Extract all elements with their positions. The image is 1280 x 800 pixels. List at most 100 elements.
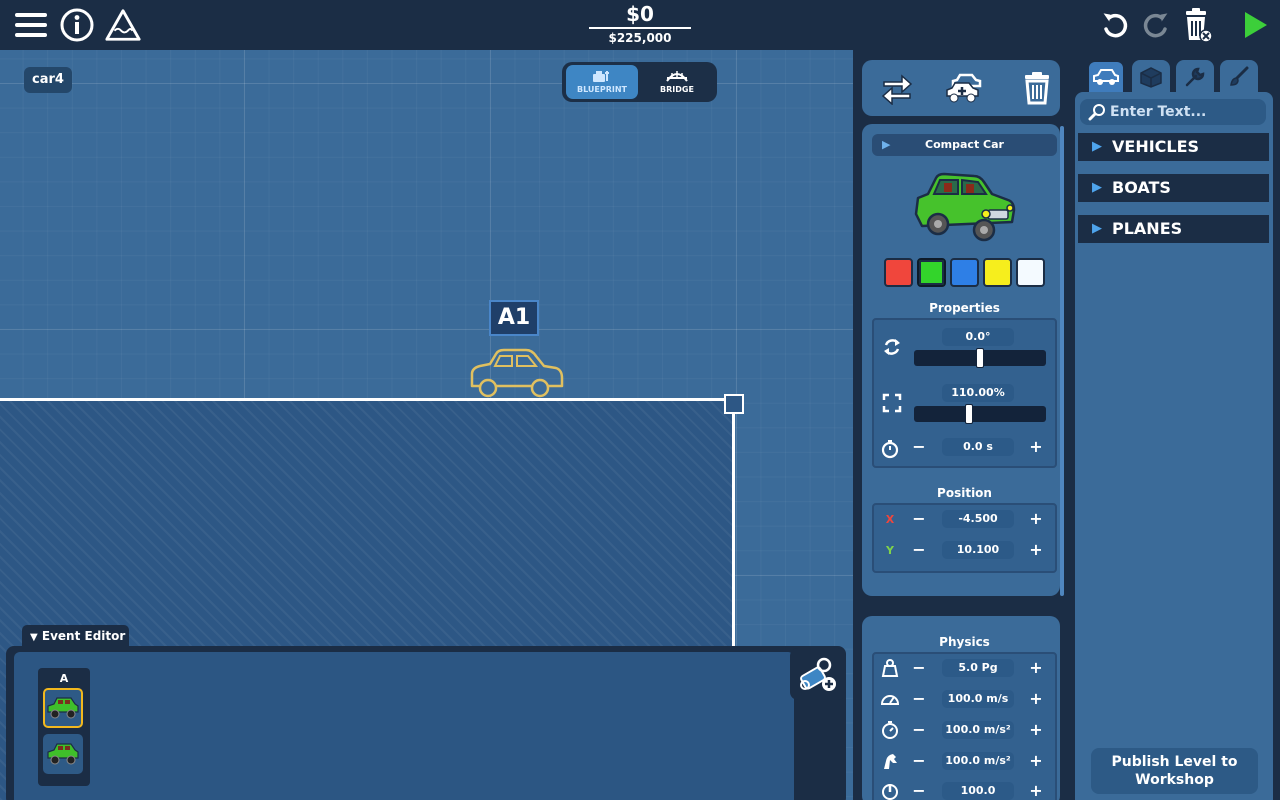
search-input[interactable] [1110,102,1260,122]
tab-props[interactable] [1132,60,1170,94]
collapse-triangle-icon: ▼ [30,632,38,643]
rotation-slider-thumb[interactable] [976,348,984,368]
tab-vehicles[interactable] [1087,60,1125,94]
tab-paint[interactable] [1220,60,1258,94]
play-icon[interactable] [1236,6,1274,44]
expand-triangle-icon: ▶ [1092,180,1102,195]
delay-increase-button[interactable]: + [1027,438,1045,456]
brush-tab-icon [1230,66,1249,86]
acceleration-value[interactable]: 100.0 m/s² [942,721,1014,739]
scale-value[interactable]: 110.00% [942,384,1014,402]
terrain-anchor-handle[interactable] [724,394,744,414]
scale-slider[interactable] [914,404,1046,424]
terrain-settings-icon[interactable] [104,6,142,44]
color-swatch-red[interactable] [884,258,913,287]
acceleration2-value[interactable]: 100.0 m/s² [942,752,1014,770]
acceleration2-increase-button[interactable]: + [1027,752,1045,770]
power-increase-button[interactable]: + [1027,782,1045,800]
bridge-mode-button[interactable]: BRIDGE [641,65,713,99]
flip-button[interactable] [876,68,918,108]
scale-slider-thumb[interactable] [965,404,973,424]
speed-value[interactable]: 100.0 m/s [942,690,1014,708]
delay-decrease-button[interactable]: − [910,438,928,456]
blueprint-mode-label: BLUEPRINT [576,85,628,94]
inspector-scrollbar[interactable] [1060,126,1064,596]
object-actions-bar [862,60,1060,116]
power-decrease-button[interactable]: − [910,782,928,800]
green-car-icon [47,697,79,719]
menu-icon[interactable] [12,6,50,44]
mass-icon [880,658,900,678]
category-label: BOATS [1112,178,1171,197]
category-label: VEHICLES [1112,137,1200,156]
level-name-label[interactable]: car4 [24,67,72,93]
blueprint-mode-button[interactable]: BLUEPRINT [566,65,638,99]
power-value[interactable]: 100.0 [942,782,1014,800]
cost-value: $0 [626,2,654,26]
event-editor-panel: A [6,646,846,800]
speedometer-icon [880,689,900,709]
speed-increase-button[interactable]: + [1027,690,1045,708]
position-x-value[interactable]: -4.500 [942,510,1014,528]
flip-icon [881,74,913,105]
x-axis-label: X [885,512,895,526]
position-y-value[interactable]: 10.100 [942,541,1014,559]
timer-icon [880,439,900,459]
acceleration-icon [880,720,900,740]
clear-all-trash-icon[interactable] [1178,6,1216,44]
event-column-header: A [59,672,69,685]
color-swatch-blue[interactable] [950,258,979,287]
add-event-icon [800,657,836,691]
duplicate-car-icon [946,73,982,103]
expand-triangle-icon: ▶ [1092,139,1102,154]
acceleration-decrease-button[interactable]: − [910,721,928,739]
category-boats[interactable]: ▶ BOATS [1078,174,1269,202]
bridge-icon [666,71,688,82]
top-bar: $0 $225,000 [0,0,1280,50]
box-tab-icon [1140,67,1162,88]
tab-tools[interactable] [1176,60,1214,94]
position-y-increase-button[interactable]: + [1027,541,1045,559]
undo-icon[interactable] [1096,6,1134,44]
event-editor-label: Event Editor [41,629,126,643]
budget-divider [589,27,691,29]
position-x-decrease-button[interactable]: − [910,510,928,528]
speed-decrease-button[interactable]: − [910,690,928,708]
acceleration-increase-button[interactable]: + [1027,721,1045,739]
budget-value: $225,000 [608,31,672,45]
redo-icon[interactable] [1137,6,1175,44]
info-icon[interactable] [58,6,96,44]
power-icon [880,781,900,800]
add-event-button[interactable] [790,648,846,700]
event-timeline-area[interactable]: A [14,652,794,800]
mass-value[interactable]: 5.0 Pg [942,659,1014,677]
mass-decrease-button[interactable]: − [910,659,928,677]
car-outline-icon[interactable] [468,346,564,398]
color-swatch-yellow[interactable] [983,258,1012,287]
event-vehicle-slot-selected[interactable] [43,688,83,728]
rotate-icon [882,337,902,357]
position-x-increase-button[interactable]: + [1027,510,1045,528]
event-vehicle-slot[interactable] [43,734,83,774]
category-vehicles[interactable]: ▶ VEHICLES [1078,133,1269,161]
duplicate-button[interactable] [944,68,986,108]
rotation-slider[interactable] [914,348,1046,368]
position-title: Position [937,486,992,500]
mode-toggle: BLUEPRINT BRIDGE [562,62,717,102]
color-swatch-white[interactable] [1016,258,1045,287]
delete-button[interactable] [1016,68,1058,108]
library-search[interactable] [1080,99,1266,125]
category-planes[interactable]: ▶ PLANES [1078,215,1269,243]
publish-to-workshop-button[interactable]: Publish Level to Workshop [1091,748,1258,794]
event-editor-tab[interactable]: ▼ Event Editor [22,625,129,647]
rotation-value[interactable]: 0.0° [942,328,1014,346]
green-car-icon [47,743,79,765]
mass-increase-button[interactable]: + [1027,659,1045,677]
blueprint-icon [593,71,609,82]
color-swatch-green-selected[interactable] [917,258,946,287]
delay-value[interactable]: 0.0 s [942,438,1014,456]
vehicle-type-selector[interactable]: ▶ Compact Car [872,134,1057,156]
trash-icon [1025,72,1049,105]
position-y-decrease-button[interactable]: − [910,541,928,559]
acceleration2-decrease-button[interactable]: − [910,752,928,770]
